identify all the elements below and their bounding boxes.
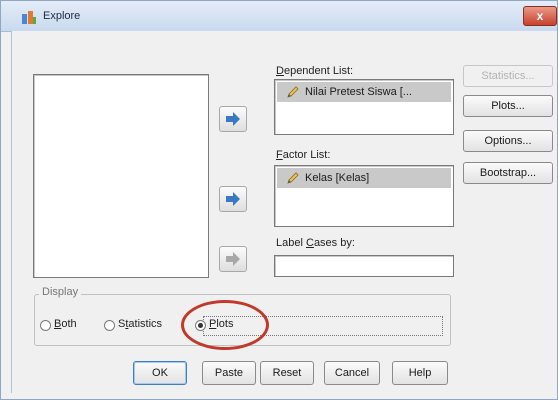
close-button[interactable]: x — [523, 6, 557, 26]
move-to-label-cases-button[interactable] — [219, 246, 247, 272]
annotation-highlight-circle — [181, 300, 269, 350]
arrow-right-icon — [226, 112, 240, 126]
both-radio-label[interactable]: Both — [54, 318, 77, 330]
paste-button[interactable]: Paste — [202, 361, 256, 385]
nominal-variable-icon — [287, 172, 299, 184]
move-to-dependent-button[interactable] — [219, 106, 247, 132]
source-variable-list[interactable] — [33, 74, 209, 278]
both-radio[interactable] — [40, 320, 51, 331]
label-cases-label: Label Cases by: — [276, 237, 355, 249]
explore-dialog: Explore x Dependent List: Nilai Pretest … — [0, 0, 558, 400]
move-to-factor-button[interactable] — [219, 186, 247, 212]
bootstrap-button[interactable]: Bootstrap... — [463, 162, 553, 184]
scale-variable-icon — [287, 86, 299, 98]
list-item[interactable]: Kelas [Kelas] — [277, 168, 451, 188]
statistics-button[interactable]: Statistics... — [463, 65, 553, 87]
dependent-list[interactable]: Nilai Pretest Siswa [... — [274, 79, 454, 135]
plots-button[interactable]: Plots... — [463, 95, 553, 117]
list-item[interactable]: Nilai Pretest Siswa [... — [277, 82, 451, 102]
factor-list[interactable]: Kelas [Kelas] — [274, 165, 454, 227]
label-cases-field[interactable] — [274, 255, 454, 277]
ok-button[interactable]: OK — [133, 361, 187, 385]
reset-button[interactable]: Reset — [260, 361, 314, 385]
dependent-item-label: Nilai Pretest Siswa [... — [305, 86, 412, 98]
display-group-label: Display — [39, 286, 82, 298]
dependent-list-label: Dependent List: — [276, 65, 354, 77]
arrow-right-icon — [226, 192, 240, 206]
dialog-title: Explore — [43, 10, 81, 22]
title-bar: Explore x — [1, 1, 557, 32]
arrow-right-icon — [226, 252, 240, 266]
options-button[interactable]: Options... — [463, 130, 553, 152]
factor-item-label: Kelas [Kelas] — [305, 172, 370, 184]
cancel-button[interactable]: Cancel — [324, 361, 380, 385]
factor-list-label: Factor List: — [276, 149, 331, 161]
help-button[interactable]: Help — [392, 361, 448, 385]
statistics-radio[interactable] — [104, 320, 115, 331]
explore-app-icon — [22, 11, 36, 24]
statistics-radio-label[interactable]: Statistics — [118, 318, 162, 330]
